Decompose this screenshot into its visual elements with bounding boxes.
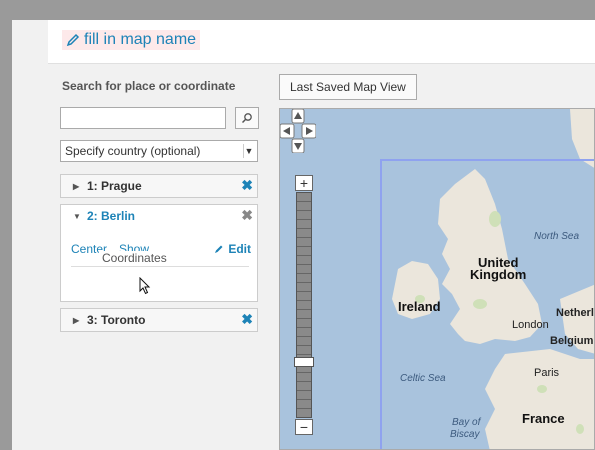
location-item-toronto[interactable]: ▶ 3: Toronto ✖ <box>60 308 258 332</box>
map-label-bay-of: Bay of <box>452 417 481 428</box>
map-label-kingdom: Kingdom <box>470 267 527 282</box>
pencil-icon <box>66 33 80 47</box>
location-item-prague[interactable]: ▶ 1: Prague ✖ <box>60 174 258 198</box>
country-select[interactable]: Specify country (optional) ▼ <box>60 140 258 162</box>
map-label-ireland: Ireland <box>398 299 441 314</box>
pan-control[interactable] <box>280 109 316 153</box>
map-label-celtic-sea: Celtic Sea <box>400 373 446 384</box>
map-name-title[interactable]: fill in map name <box>62 30 201 50</box>
map-view[interactable]: United Kingdom Ireland London North Sea … <box>279 108 595 450</box>
map-label-belgium: Belgium <box>550 335 594 347</box>
search-input[interactable] <box>60 107 226 129</box>
map-name-text: fill in map name <box>84 31 197 48</box>
chevron-right-icon: ▶ <box>73 315 80 325</box>
country-select-value: Specify country (optional) <box>65 144 201 158</box>
coordinates-label: Coordinates <box>99 251 170 265</box>
map-dialog: fill in map name Search for place or coo… <box>12 20 595 450</box>
location-label: 2: Berlin <box>87 209 136 223</box>
zoom-slider-track[interactable] <box>296 192 312 418</box>
map-label-biscay: Biscay <box>450 429 480 440</box>
search-button[interactable] <box>235 107 259 129</box>
edit-link[interactable]: Edit <box>214 242 251 256</box>
zoom-out-button[interactable]: − <box>295 419 313 435</box>
remove-location-icon[interactable]: ✖ <box>241 207 253 224</box>
map-label-paris: Paris <box>534 367 560 379</box>
coordinates-section[interactable]: ⬍ Coordinates <box>71 251 249 267</box>
dialog-title-bar: fill in map name <box>48 20 595 64</box>
remove-location-icon[interactable]: ✖ <box>241 177 253 194</box>
chevron-down-icon: ▼ <box>243 144 254 158</box>
search-label: Search for place or coordinate <box>62 79 236 93</box>
map-label-north-sea: North Sea <box>534 231 580 242</box>
map-label-netherlands: Netherl <box>556 307 594 319</box>
remove-location-icon[interactable]: ✖ <box>241 311 253 328</box>
map-label-france: France <box>522 411 565 426</box>
chevron-right-icon: ▶ <box>73 181 80 191</box>
location-label: 1: Prague <box>87 179 142 193</box>
chevron-down-icon: ▼ <box>73 211 81 221</box>
location-label: 3: Toronto <box>87 313 146 327</box>
cursor-icon <box>139 277 151 295</box>
zoom-control: + − <box>294 175 314 435</box>
last-saved-map-view-button[interactable]: Last Saved Map View <box>279 74 417 100</box>
edit-label: Edit <box>228 242 251 256</box>
location-item-berlin[interactable]: ▼ 2: Berlin ✖ Center Show Edit ⬍ Coordin… <box>60 204 258 302</box>
background-top-strip <box>12 0 595 20</box>
search-icon <box>241 113 252 124</box>
pencil-icon <box>215 245 223 253</box>
background-left-strip <box>0 0 12 450</box>
zoom-in-button[interactable]: + <box>295 175 313 191</box>
map-label-london: London <box>512 319 549 331</box>
zoom-slider-handle[interactable] <box>294 357 314 367</box>
